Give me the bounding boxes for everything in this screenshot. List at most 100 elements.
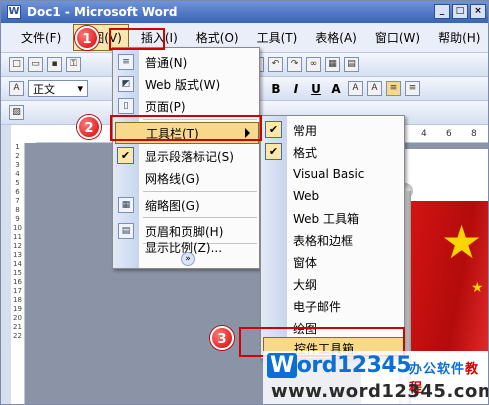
align-center-icon[interactable]: ≡ bbox=[405, 81, 420, 96]
vruler-number: 13 bbox=[13, 251, 22, 259]
menu-item-page-layout[interactable]: ▯ 页面(P) bbox=[113, 95, 259, 117]
toolbars-submenu: ✔ 常用 ✔ 格式 Visual Basic Web Web 工具箱 表格和边框… bbox=[260, 115, 405, 359]
step-2-badge: 2 bbox=[77, 115, 101, 139]
menu-table[interactable]: 表格(A) bbox=[309, 25, 363, 50]
vruler-number: 5 bbox=[15, 179, 20, 187]
menu-file[interactable]: 文件(F) bbox=[15, 25, 67, 50]
toolbar-item-web-tools[interactable]: Web 工具箱 bbox=[261, 207, 404, 229]
vruler-number: 7 bbox=[15, 197, 20, 205]
vruler-number: 21 bbox=[13, 323, 22, 331]
vruler-number: 1 bbox=[15, 143, 20, 151]
view-menu: ≡ 普通(N) ◩ Web 版式(W) ▯ 页面(P) 工具栏(T) ✔ 显示段… bbox=[112, 47, 260, 269]
new-document-icon[interactable]: □ bbox=[9, 57, 24, 72]
align-left-icon[interactable]: ≡ bbox=[386, 81, 401, 96]
bold-button[interactable]: B bbox=[268, 82, 284, 96]
redo-icon[interactable]: ↷ bbox=[287, 57, 302, 72]
tables-borders-icon[interactable]: ▦ bbox=[325, 57, 340, 72]
italic-button[interactable]: I bbox=[288, 82, 304, 96]
vruler-number: 14 bbox=[13, 260, 22, 268]
ruler-number: 8 bbox=[471, 129, 477, 139]
toolbar-item-email[interactable]: 电子邮件 bbox=[261, 295, 404, 317]
underline-button[interactable]: U bbox=[308, 82, 324, 96]
window-buttons: _ □ × bbox=[434, 4, 486, 19]
minimize-button[interactable]: _ bbox=[434, 4, 450, 19]
star-icon: ★ bbox=[441, 215, 483, 269]
vruler-number: 17 bbox=[13, 287, 22, 295]
toolbar-item-tables-borders[interactable]: 表格和边框 bbox=[261, 229, 404, 251]
permission-icon[interactable]: ⚿ bbox=[66, 57, 81, 72]
menu-item-show-paragraph-marks[interactable]: ✔ 显示段落标记(S) bbox=[113, 145, 259, 167]
menu-item-label: Web 工具箱 bbox=[293, 211, 359, 226]
web-layout-icon: ◩ bbox=[118, 76, 134, 92]
watermark-logo: Word12345 bbox=[267, 353, 412, 378]
vruler-number: 20 bbox=[13, 314, 22, 322]
vruler-number: 16 bbox=[13, 278, 22, 286]
expand-menu-icon[interactable]: » bbox=[181, 252, 195, 266]
menu-item-thumbnails[interactable]: ▦ 缩略图(G) bbox=[113, 194, 259, 216]
vruler-number: 19 bbox=[13, 305, 22, 313]
window-title: Doc1 - Microsoft Word bbox=[27, 5, 178, 19]
vruler-number: 9 bbox=[15, 215, 20, 223]
title-bar: W Doc1 - Microsoft Word _ □ × bbox=[1, 1, 488, 23]
vertical-ruler[interactable]: 1 2 3 4 5 6 7 8 9 10 11 12 13 14 15 16 1… bbox=[11, 143, 25, 404]
word-app-icon: W bbox=[7, 5, 21, 19]
drawing-icon[interactable]: ▨ bbox=[9, 105, 24, 120]
toolbar-item-standard[interactable]: ✔ 常用 bbox=[261, 119, 404, 141]
vruler-number: 22 bbox=[13, 332, 22, 340]
highlight-box-view-menu bbox=[109, 28, 165, 50]
menu-separator bbox=[143, 217, 257, 218]
open-folder-icon[interactable]: ▭ bbox=[28, 57, 43, 72]
menu-item-normal[interactable]: ≡ 普通(N) bbox=[113, 51, 259, 73]
menu-item-label: 缩略图(G) bbox=[145, 198, 200, 213]
vruler-number: 12 bbox=[13, 242, 22, 250]
word-window: W Doc1 - Microsoft Word _ □ × 文件(F) 视图(V… bbox=[0, 0, 489, 405]
vruler-number: 8 bbox=[15, 206, 20, 214]
step-3-badge: 3 bbox=[210, 326, 234, 350]
save-icon[interactable]: ▪ bbox=[47, 57, 62, 72]
toolbar-item-forms[interactable]: 窗体 bbox=[261, 251, 404, 273]
menu-item-label: 页面(P) bbox=[145, 99, 186, 114]
menu-item-label: 电子邮件 bbox=[293, 299, 342, 314]
style-dropdown[interactable]: 正文 ▾ bbox=[28, 80, 88, 97]
hyperlink-icon[interactable]: ∞ bbox=[306, 57, 321, 72]
ruler-number: 6 bbox=[446, 129, 452, 139]
menu-item-label: 常用 bbox=[293, 123, 318, 138]
menu-separator bbox=[143, 191, 257, 192]
page-layout-icon: ▯ bbox=[118, 98, 134, 114]
undo-icon[interactable]: ↶ bbox=[268, 57, 283, 72]
menu-item-label: 普通(N) bbox=[145, 55, 188, 70]
menu-item-web-layout[interactable]: ◩ Web 版式(W) bbox=[113, 73, 259, 95]
menu-item-gridlines[interactable]: 网格线(G) bbox=[113, 167, 259, 189]
menu-item-label: Visual Basic bbox=[293, 167, 365, 181]
watermark-w: W bbox=[267, 353, 297, 378]
char-border-button[interactable]: A bbox=[328, 82, 344, 96]
styles-pane-icon[interactable]: A bbox=[9, 81, 24, 96]
toolbar-item-visual-basic[interactable]: Visual Basic bbox=[261, 163, 404, 185]
watermark-brand: ord12345 bbox=[296, 353, 412, 378]
vruler-number: 2 bbox=[15, 152, 20, 160]
menu-item-label: 大纲 bbox=[293, 277, 318, 292]
insert-table-icon[interactable]: ▤ bbox=[344, 57, 359, 72]
char-scale-icon[interactable]: A bbox=[367, 81, 382, 96]
menu-item-label: 表格和边框 bbox=[293, 233, 354, 248]
maximize-button[interactable]: □ bbox=[452, 4, 468, 19]
toolbar-item-formatting[interactable]: ✔ 格式 bbox=[261, 141, 404, 163]
vruler-number: 11 bbox=[13, 233, 22, 241]
highlight-box-toolbars bbox=[110, 115, 262, 141]
char-shading-icon[interactable]: A bbox=[348, 81, 363, 96]
ruler-number: 4 bbox=[421, 129, 427, 139]
toolbar-item-outline[interactable]: 大纲 bbox=[261, 273, 404, 295]
normal-view-icon: ≡ bbox=[118, 54, 134, 70]
menu-window[interactable]: 窗口(W) bbox=[369, 25, 426, 50]
menu-item-label: Web 版式(W) bbox=[145, 77, 221, 92]
menu-help[interactable]: 帮助(H) bbox=[432, 25, 486, 50]
toolbar-item-web[interactable]: Web bbox=[261, 185, 404, 207]
thumbnails-icon: ▦ bbox=[118, 197, 134, 213]
checkmark-icon: ✔ bbox=[265, 143, 282, 160]
menu-item-label: 格式 bbox=[293, 145, 318, 160]
chevron-down-icon: ▾ bbox=[77, 82, 83, 95]
vruler-number: 4 bbox=[15, 170, 20, 178]
watermark-tagline-main: 办公软件 bbox=[409, 362, 466, 377]
vruler-number: 18 bbox=[13, 296, 22, 304]
close-button[interactable]: × bbox=[470, 4, 486, 19]
